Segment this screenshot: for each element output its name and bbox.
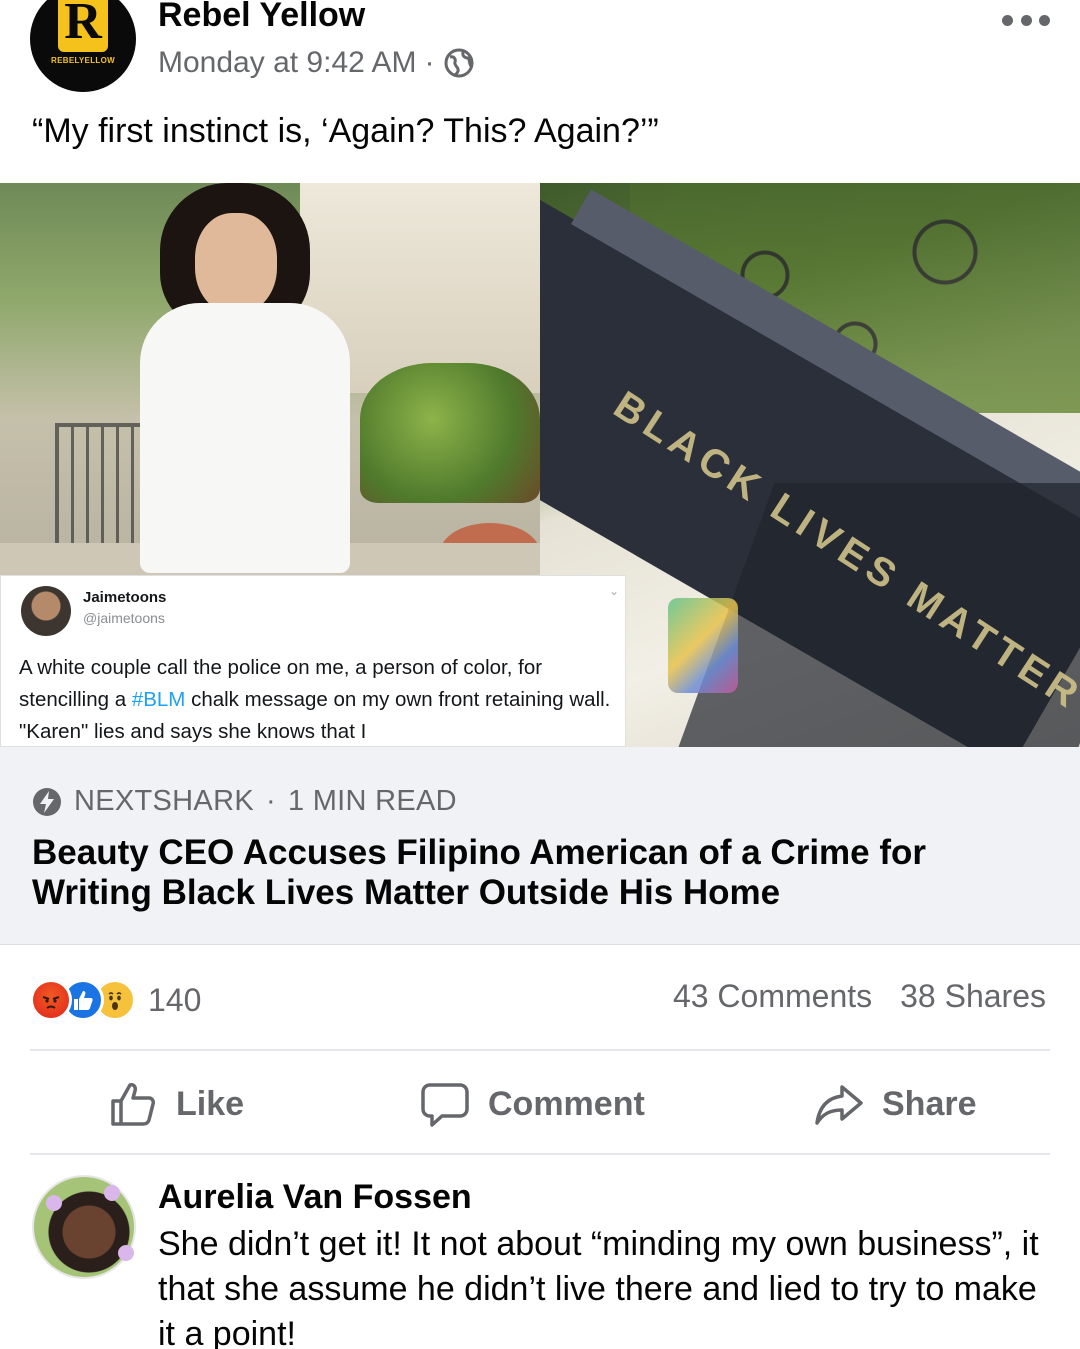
comment-button[interactable]: Comment: [420, 1075, 645, 1133]
like-label: Like: [176, 1084, 245, 1123]
meta-separator: ·: [424, 46, 435, 79]
post-text: “My first instinct is, ‘Again? This? Aga…: [32, 112, 659, 150]
tweet-body: A white couple call the police on me, a …: [19, 656, 611, 743]
link-read-time: 1 MIN READ: [287, 785, 457, 817]
logo-text: REBELYELLOW: [51, 56, 115, 65]
tweet-card: Jaimetoons @jaimetoons ⌄ A white couple …: [0, 575, 626, 747]
comment-bubble-icon: [421, 1083, 469, 1127]
chalk-box: [668, 598, 738, 693]
post-stats: 43 Comments 38 Shares: [673, 978, 1046, 1015]
tweet-author-name: Jaimetoons: [83, 589, 167, 606]
reaction-count: 140: [148, 981, 202, 1018]
photo-woman: [0, 183, 540, 575]
comment-label: Comment: [488, 1084, 645, 1123]
chevron-down-icon: ⌄: [608, 584, 619, 598]
like-button[interactable]: Like: [108, 1075, 244, 1133]
post-meta: Monday at 9:42 AM ·: [158, 46, 475, 80]
tweet-author-handle: @jaimetoons: [83, 610, 165, 626]
comment-text: She didn’t get it! It not about “minding…: [158, 1225, 1039, 1349]
link-source: NEXTSHARK · 1 MIN READ: [32, 785, 457, 818]
reactions-summary[interactable]: 140: [30, 978, 201, 1022]
post-timestamp[interactable]: Monday at 9:42 AM: [158, 46, 417, 80]
divider: [30, 1153, 1050, 1155]
link-title[interactable]: Beauty CEO Accuses Filipino American of …: [32, 833, 1042, 913]
page-name[interactable]: Rebel Yellow: [158, 0, 365, 35]
comment-author[interactable]: Aurelia Van Fossen: [158, 1178, 472, 1217]
angry-reaction-icon: [30, 979, 72, 1021]
link-image[interactable]: BLACK LIVES MATTER Jaimetoons @jaimetoon…: [0, 183, 1080, 747]
share-button[interactable]: Share: [814, 1075, 977, 1133]
link-preview[interactable]: NEXTSHARK · 1 MIN READ Beauty CEO Accuse…: [0, 747, 1080, 945]
hashtag-blm: #BLM: [131, 688, 186, 711]
share-arrow-icon: [815, 1085, 863, 1125]
share-label: Share: [882, 1084, 977, 1123]
comments-count[interactable]: 43 Comments: [673, 978, 872, 1015]
bolt-icon: [33, 787, 61, 816]
commenter-avatar[interactable]: [32, 1175, 136, 1279]
link-source-name: NEXTSHARK: [74, 785, 254, 817]
woman-figure: [140, 183, 360, 575]
page-avatar[interactable]: R REBELYELLOW: [30, 0, 136, 92]
rebel-yellow-logo: R: [58, 0, 108, 52]
globe-icon[interactable]: [443, 47, 475, 79]
more-options-icon[interactable]: [1002, 8, 1050, 32]
divider: [30, 1049, 1050, 1051]
tweet-avatar: [21, 586, 71, 636]
action-bar: Like Comment Share: [0, 1075, 1080, 1133]
shares-count[interactable]: 38 Shares: [900, 978, 1046, 1015]
thumbs-up-icon: [111, 1083, 155, 1126]
link-separator: ·: [265, 785, 276, 817]
post-header: R REBELYELLOW Rebel Yellow Monday at 9:4…: [0, 0, 1080, 100]
